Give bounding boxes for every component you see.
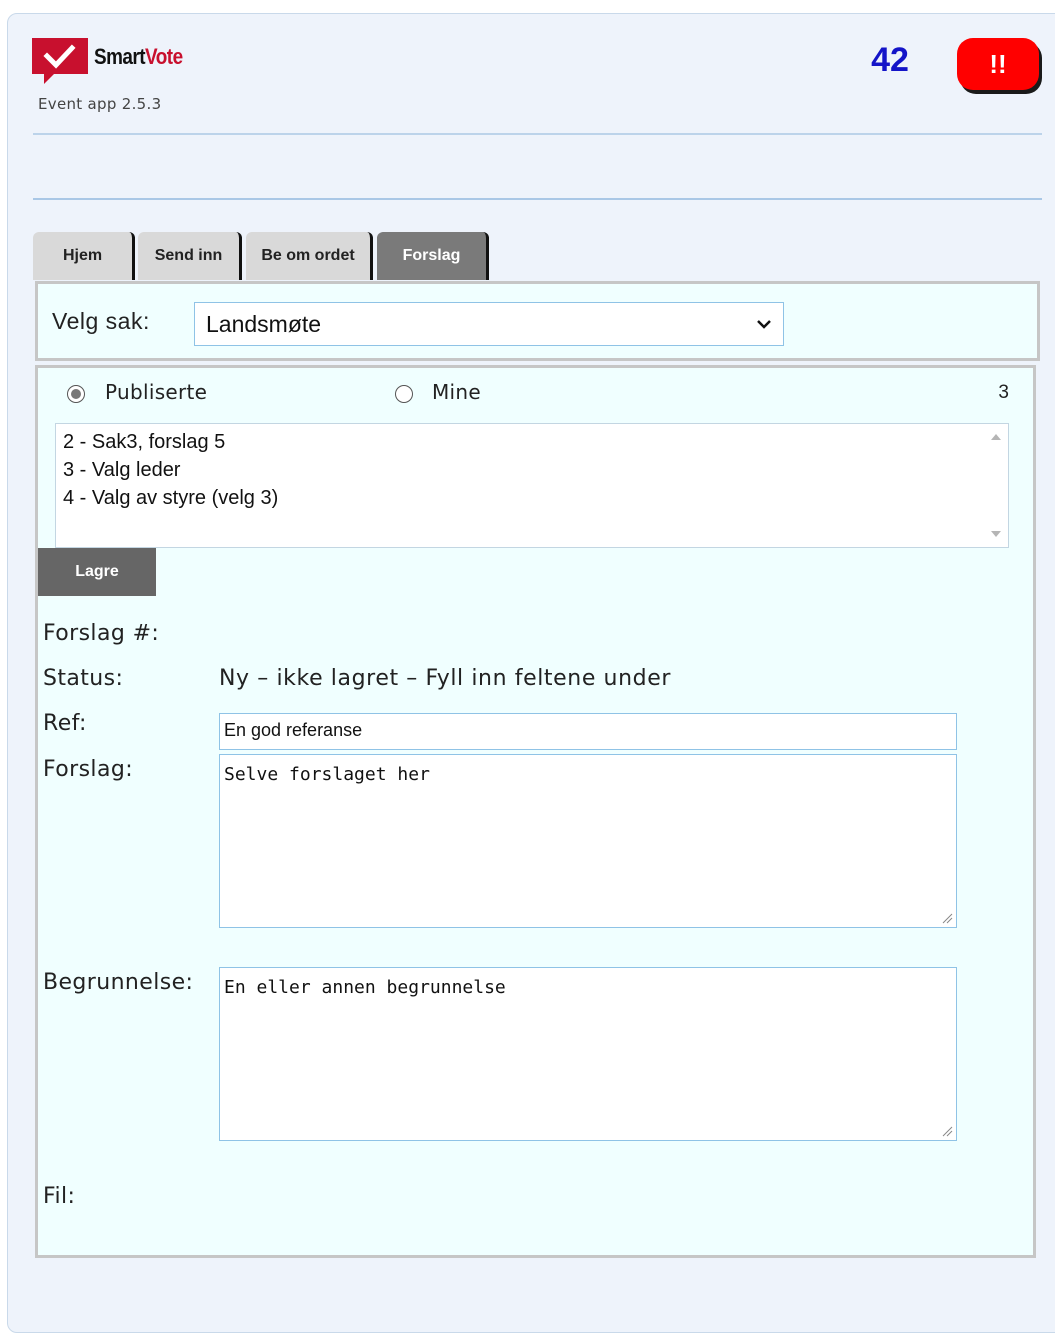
app-version: Event app 2.5.3 xyxy=(38,95,162,113)
case-select-value: Landsmøte xyxy=(206,311,322,337)
save-button[interactable]: Lagre xyxy=(38,548,156,596)
list-item[interactable]: 4 - Valg av styre (velg 3) xyxy=(63,487,278,510)
resize-grip-icon[interactable] xyxy=(941,912,953,924)
proposal-textarea[interactable]: Selve forslaget her xyxy=(219,754,957,928)
radio-mine-label: Mine xyxy=(432,380,481,404)
reason-textarea[interactable]: En eller annen begrunnelse xyxy=(219,967,957,1141)
radio-mine[interactable] xyxy=(395,385,413,403)
proposal-text: Selve forslaget her xyxy=(224,764,430,785)
list-item[interactable]: 2 - Sak3, forslag 5 xyxy=(63,431,225,454)
radio-published-label: Publiserte xyxy=(105,380,208,404)
counter-badge: 42 xyxy=(871,41,909,79)
brand-vote: Vote xyxy=(145,44,183,69)
proposal-label: Forslag: xyxy=(43,757,134,782)
tab-send-inn[interactable]: Send inn xyxy=(138,232,242,280)
status-label: Status: xyxy=(43,666,124,691)
proposal-count: 3 xyxy=(998,382,1009,403)
scroll-up-icon[interactable] xyxy=(990,432,1002,442)
radio-published[interactable] xyxy=(67,385,85,403)
ref-label: Ref: xyxy=(43,711,87,736)
brand-smart: Smart xyxy=(94,44,146,69)
proposal-panel: Publiserte Mine 3 2 - Sak3, forslag 5 3 … xyxy=(35,365,1036,1258)
case-select-panel: Velg sak: Landsmøte xyxy=(35,281,1040,361)
alert-button[interactable]: !! xyxy=(957,38,1039,90)
smartvote-logo-icon xyxy=(32,38,88,84)
file-label: Fil: xyxy=(43,1184,76,1209)
header-divider xyxy=(33,133,1042,135)
chevron-down-icon xyxy=(757,320,771,329)
status-value: Ny – ikke lagret – Fyll inn feltene unde… xyxy=(219,666,671,691)
scroll-down-icon[interactable] xyxy=(990,529,1002,539)
tab-be-om-ordet[interactable]: Be om ordet xyxy=(246,232,373,280)
brand-name: SmartVote xyxy=(94,44,183,70)
proposal-number-label: Forslag #: xyxy=(43,621,160,646)
reason-text: En eller annen begrunnelse xyxy=(224,977,506,998)
tab-hjem[interactable]: Hjem xyxy=(33,232,135,280)
case-select-label: Velg sak: xyxy=(52,308,150,334)
ref-input[interactable]: En god referanse xyxy=(219,713,957,750)
proposal-listbox[interactable]: 2 - Sak3, forslag 5 3 - Valg leder 4 - V… xyxy=(55,423,1009,548)
header-divider-2 xyxy=(33,198,1042,200)
case-select-dropdown[interactable]: Landsmøte xyxy=(194,302,784,346)
resize-grip-icon[interactable] xyxy=(941,1125,953,1137)
list-item[interactable]: 3 - Valg leder xyxy=(63,459,180,482)
radio-selected-dot xyxy=(71,389,81,399)
tab-forslag[interactable]: Forslag xyxy=(377,232,489,280)
reason-label: Begrunnelse: xyxy=(43,970,194,995)
